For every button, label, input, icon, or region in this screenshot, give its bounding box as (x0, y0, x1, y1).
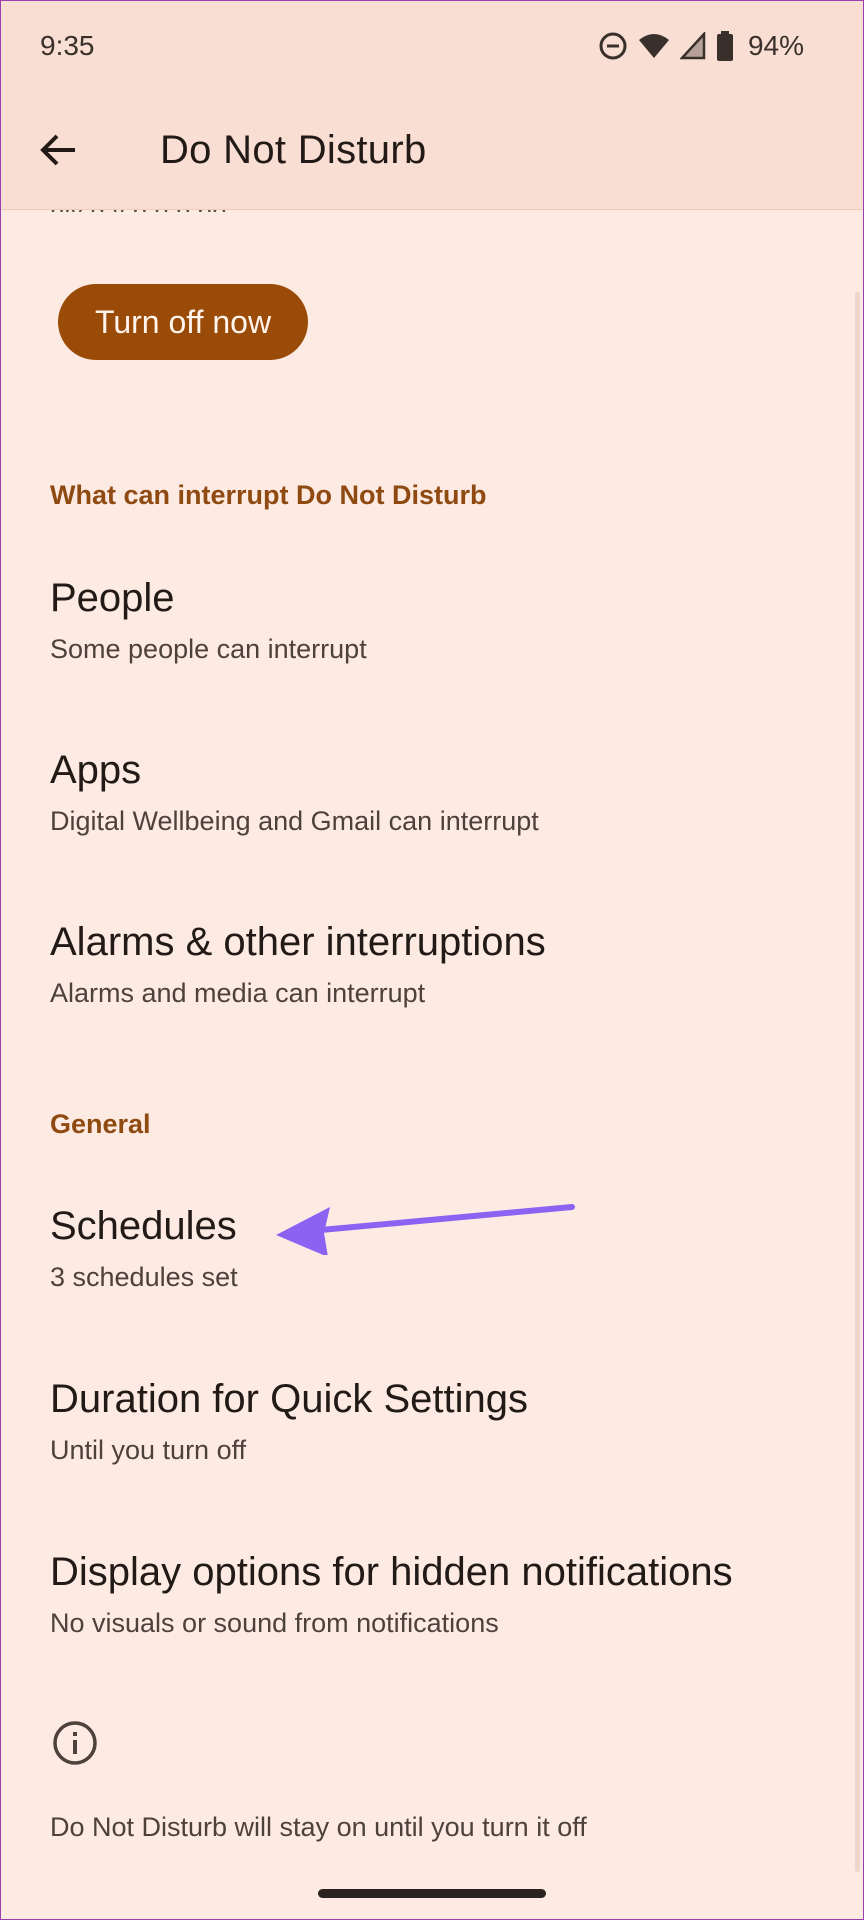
item-title: Apps (50, 748, 142, 792)
item-subtitle: 3 schedules set (50, 1262, 238, 1292)
scrollbar[interactable] (855, 292, 860, 1872)
item-subtitle: Digital Wellbeing and Gmail can interrup… (50, 806, 539, 836)
turn-off-now-label: Turn off now (94, 303, 272, 340)
item-title: People (50, 576, 175, 620)
turn-off-now-button[interactable]: Turn off now (58, 284, 308, 360)
info-icon (52, 1720, 98, 1766)
battery-icon (716, 31, 734, 61)
item-subtitle: Until you turn off (50, 1435, 247, 1465)
item-subtitle: Some people can interrupt (50, 634, 367, 664)
gesture-nav-handle[interactable] (318, 1889, 546, 1898)
status-icons: 94% (598, 30, 804, 62)
app-bar: 9:35 94% Do Not Disturb (0, 0, 864, 210)
item-title: Alarms & other interruptions (50, 920, 546, 964)
settings-content: nly g y p p p pp Turn off now What can i… (0, 0, 864, 1920)
list-item-alarms[interactable]: Alarms & other interruptions Alarms and … (50, 918, 830, 1010)
back-button[interactable] (28, 122, 88, 182)
section-header-general: General (50, 1109, 151, 1139)
list-item-duration[interactable]: Duration for Quick Settings Until you tu… (50, 1375, 830, 1467)
status-bar: 9:35 94% (0, 0, 864, 96)
list-item-apps[interactable]: Apps Digital Wellbeing and Gmail can int… (50, 746, 830, 838)
page-title: Do Not Disturb (160, 128, 427, 172)
annotation-arrow (276, 1204, 575, 1255)
item-title: Display options for hidden notifications (50, 1550, 733, 1594)
list-item-display-options[interactable]: Display options for hidden notifications… (50, 1548, 830, 1640)
battery-percent: 94% (747, 30, 804, 61)
toolbar: Do Not Disturb (0, 110, 864, 194)
dnd-icon (598, 31, 628, 61)
footer-info-text: Do Not Disturb will stay on until you tu… (50, 1812, 587, 1842)
item-title: Duration for Quick Settings (50, 1377, 528, 1421)
arrow-left-icon (39, 133, 77, 172)
list-item-people[interactable]: People Some people can interrupt (50, 574, 830, 666)
section-header-interrupt: What can interrupt Do Not Disturb (50, 480, 487, 510)
item-subtitle: No visuals or sound from notifications (50, 1608, 499, 1638)
status-time: 9:35 (40, 30, 95, 61)
item-subtitle: Alarms and media can interrupt (50, 978, 426, 1008)
signal-icon (679, 32, 706, 60)
wifi-icon (638, 32, 670, 60)
